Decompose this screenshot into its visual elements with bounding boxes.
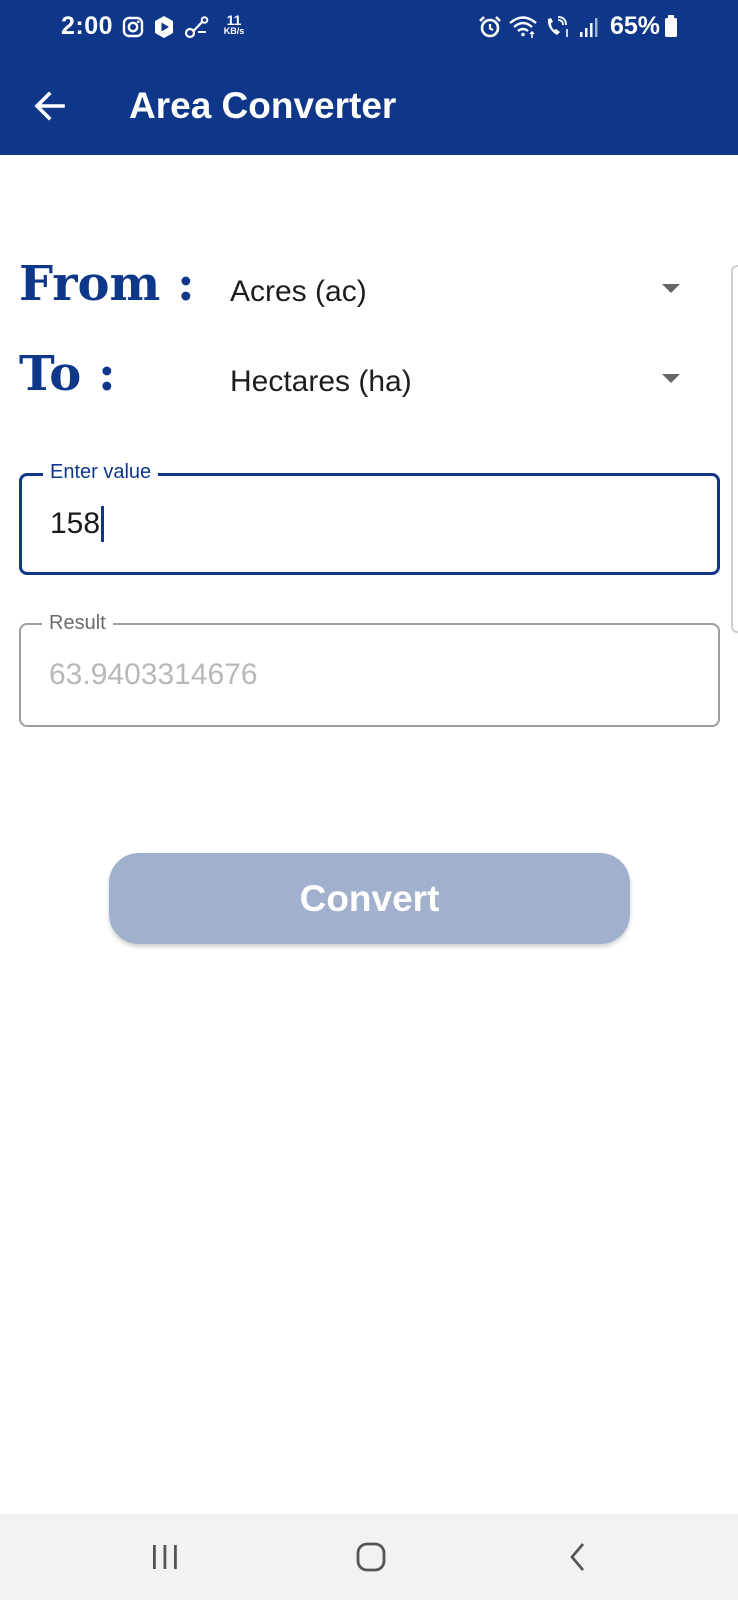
- value-input[interactable]: 158: [50, 506, 105, 542]
- input-text: 158: [50, 507, 101, 540]
- value-input-field[interactable]: Enter value 158: [19, 460, 720, 575]
- app-header: 2:00 11 KB/s 65% Area Converter: [0, 0, 738, 155]
- convert-button-label: Convert: [299, 877, 440, 919]
- link-icon: [184, 16, 209, 39]
- volte-call-icon: [547, 16, 568, 37]
- dropdown-arrow-icon: [662, 284, 680, 293]
- page-title: Area Converter: [129, 85, 397, 126]
- system-icons: [478, 14, 600, 40]
- home-button[interactable]: [341, 1532, 401, 1582]
- media-play-icon: [155, 16, 173, 38]
- back-icon: [570, 1543, 585, 1571]
- battery-percent: 65%: [609, 12, 660, 40]
- back-button[interactable]: [26, 82, 74, 130]
- instagram-icon: [122, 16, 144, 38]
- status-time: 2:00: [61, 12, 114, 40]
- from-label: From :: [19, 256, 195, 312]
- app-bar: Area Converter: [0, 70, 738, 142]
- to-unit-dropdown[interactable]: Hectares (ha): [218, 348, 698, 412]
- from-unit-value: Acres (ac): [230, 275, 367, 308]
- notification-icons: [122, 14, 210, 40]
- alarm-icon: [479, 16, 501, 38]
- result-label: Result: [42, 611, 113, 635]
- result-field: Result 63.9403314676: [19, 611, 720, 727]
- home-icon: [356, 1542, 386, 1572]
- scroll-edge: [731, 265, 738, 633]
- network-speed: 11 KB/s: [223, 12, 245, 36]
- system-nav-bar: [0, 1514, 738, 1600]
- signal-icon: [580, 18, 598, 37]
- to-label: To :: [19, 346, 116, 402]
- recents-button[interactable]: [135, 1532, 195, 1582]
- convert-button[interactable]: Convert: [109, 853, 630, 944]
- status-bar: 2:00 11 KB/s 65%: [0, 0, 738, 52]
- battery-icon: [665, 15, 677, 37]
- nav-back-button[interactable]: [548, 1532, 608, 1582]
- recents-icon: [153, 1545, 177, 1569]
- arrow-back-icon: [34, 91, 65, 121]
- result-value: 63.9403314676: [49, 658, 258, 691]
- to-unit-value: Hectares (ha): [230, 365, 412, 398]
- from-unit-dropdown[interactable]: Acres (ac): [218, 258, 698, 322]
- input-label: Enter value: [43, 460, 159, 484]
- text-cursor: [101, 506, 105, 542]
- dropdown-arrow-icon: [662, 374, 680, 383]
- wifi-icon: [509, 16, 537, 38]
